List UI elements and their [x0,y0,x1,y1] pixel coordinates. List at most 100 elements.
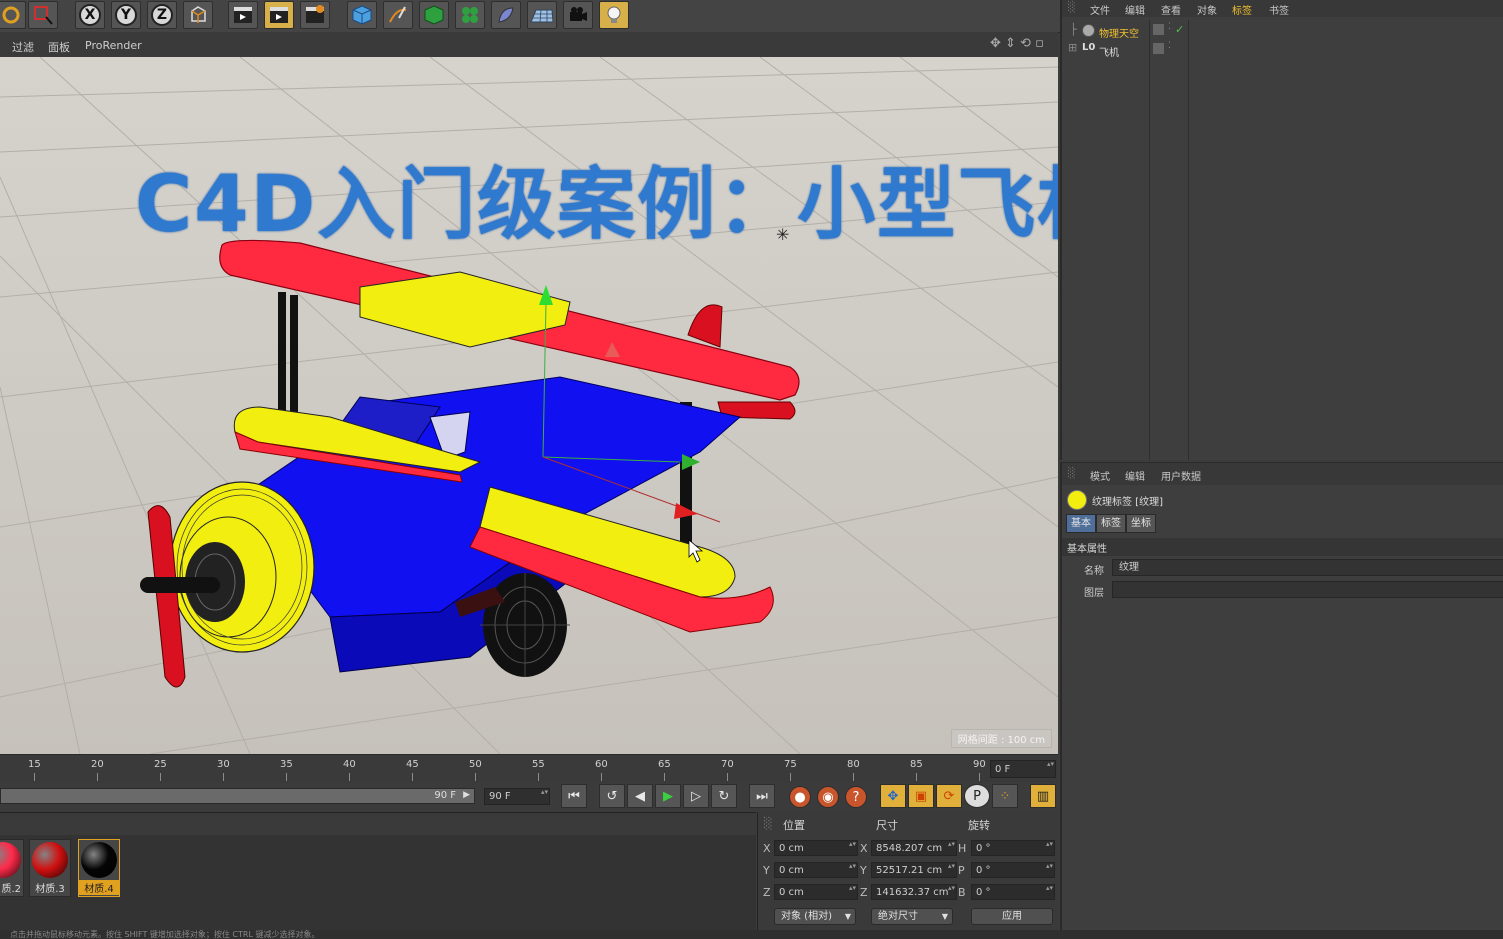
scale-key-icon[interactable]: ▣ [908,784,934,808]
coordinate-mode-select[interactable]: 对象 (相对) ▼ [774,908,856,925]
point-level-key-icon[interactable]: ⁘ [992,784,1018,808]
tab-coordinates[interactable]: 坐标 [1126,514,1156,533]
rotate-tool-icon[interactable] [0,1,26,29]
object-row-airplane[interactable]: ⊞ L0 飞机 ⁚ [1062,41,1503,60]
name-field[interactable]: 纹理 [1112,559,1503,576]
rotation-key-icon[interactable]: ⟳ [936,784,962,808]
viewport-navigation-icons[interactable]: ✥ ⇕ ⟲ ▫ [990,36,1044,51]
timeline-tick-mark [601,773,602,781]
light-bulb-icon[interactable] [599,1,629,29]
om-menu-bookmarks[interactable]: 书签 [1269,2,1289,17]
position-key-icon[interactable]: ✥ [880,784,906,808]
engine-nose [169,481,315,653]
timeline-tick-mark [664,773,665,781]
menu-panel[interactable]: 面板 [48,39,70,55]
menu-filter[interactable]: 过滤 [12,39,34,55]
go-to-start-icon[interactable]: ⏮ [561,784,587,808]
auto-keying-icon[interactable]: ◉ [817,786,839,808]
om-menu-objects[interactable]: 对象 [1197,2,1217,17]
cloner-icon[interactable] [455,1,485,29]
om-menu-tags[interactable]: 标签 [1232,2,1252,17]
timeline-tick-mark [160,773,161,781]
texture-tag-icon [1067,490,1087,510]
position-y-field[interactable]: 0 cm [774,862,858,878]
transport-controls: 90 F ▶ 90 F ⏮ ↺ ◀ ▶ ▷ ↻ ⏭ ● ◉ ? ✥ ▣ ⟳ P … [0,782,1058,812]
om-menu-edit[interactable]: 编辑 [1125,2,1145,17]
attr-menu-edit[interactable]: 编辑 [1125,468,1145,483]
current-frame-field[interactable]: 0 F [990,760,1056,778]
select-tool-icon[interactable] [28,1,58,29]
size-z-field[interactable]: 141632.37 cm [871,884,957,900]
timeline-window-icon[interactable]: ▥ [1030,784,1056,808]
timeline-tick-label: 15 [28,759,41,770]
material-swatch-4[interactable]: 材质.4 [78,839,120,897]
rotation-p-field[interactable]: 0 ° [971,862,1055,878]
material-manager: 质.2 材质.3 材质.4 [0,812,756,931]
record-keys-icon[interactable]: ● [789,786,811,808]
tab-basic[interactable]: 基本 [1066,514,1096,533]
previous-key-icon[interactable]: ↺ [599,784,625,808]
next-key-icon[interactable]: ↻ [711,784,737,808]
render-view-icon[interactable] [228,1,258,29]
viewport-menu-bar: 过滤 面板 ProRender ✥ ⇕ ⟲ ▫ [0,32,1058,57]
y-axis-lock-button[interactable]: Y [111,1,141,29]
timeline-tick-label: 25 [154,759,167,770]
enabled-check-icon[interactable]: ✓ [1175,23,1184,36]
timeline-tick-label: 55 [532,759,545,770]
apply-button[interactable]: 应用 [971,908,1053,925]
object-manager: ░ 文件 编辑 查看 对象 标签 书签 ├ 物理天空 ⁚ ✓ ⊞ L0 飞机 ⁚ [1060,0,1503,460]
previous-frame-icon[interactable]: ◀ [627,784,653,808]
coordinate-system-icon[interactable] [183,1,213,29]
visibility-dots-icon[interactable]: ⁚ [1168,22,1171,32]
render-settings-icon[interactable] [300,1,330,29]
deformer-icon[interactable] [491,1,521,29]
end-frame-field[interactable]: 90 F [484,788,550,805]
layer-toggle-icon[interactable] [1153,24,1164,35]
3d-viewport[interactable]: ✳ C4D入门级案例：小型飞机 网格间距: 100 cm [0,57,1058,754]
tab-tag[interactable]: 标签 [1096,514,1126,533]
pos-axis-label: Y [763,864,770,877]
go-to-end-icon[interactable]: ⏭ [749,784,775,808]
object-row-physical-sky[interactable]: ├ 物理天空 ⁚ ✓ [1062,22,1503,41]
subdivision-surface-icon[interactable] [419,1,449,29]
attr-menu-user-data[interactable]: 用户数据 [1161,468,1201,483]
material-swatch-3[interactable]: 材质.3 [29,839,71,897]
layer-toggle-icon[interactable] [1153,43,1164,54]
timeline-tick-mark [223,773,224,781]
next-frame-icon[interactable]: ▷ [683,784,709,808]
keyframe-selection-icon[interactable]: ? [845,786,867,808]
coordinate-mode-value: 对象 (相对) [781,911,832,922]
material-swatch-2[interactable]: 质.2 [0,839,24,897]
pos-axis-label: X [763,842,771,855]
tree-line: ├ [1070,23,1077,36]
size-y-field[interactable]: 52517.21 cm [871,862,957,878]
attribute-manager: ░ 模式 编辑 用户数据 纹理标签 [纹理] 基本 标签 坐标 基本属性 名称 … [1060,462,1503,930]
size-mode-select[interactable]: 绝对尺寸 ▼ [871,908,953,925]
rotation-h-field[interactable]: 0 ° [971,840,1055,856]
om-menu-view[interactable]: 查看 [1161,2,1181,17]
size-x-field[interactable]: 8548.207 cm [871,840,957,856]
parameter-key-icon[interactable]: P [964,784,990,808]
om-menu-file[interactable]: 文件 [1090,2,1110,17]
menu-prorender[interactable]: ProRender [85,39,142,52]
x-axis-icon: X [79,4,101,26]
chevron-down-icon: ▼ [941,912,948,921]
z-axis-lock-button[interactable]: Z [147,1,177,29]
expand-tree-icon[interactable]: ⊞ [1068,41,1077,54]
visibility-dots-icon[interactable]: ⁚ [1168,41,1171,51]
attr-menu-mode[interactable]: 模式 [1090,468,1110,483]
position-x-field[interactable]: 0 cm [774,840,858,856]
x-axis-lock-button[interactable]: X [75,1,105,29]
rotation-b-field[interactable]: 0 ° [971,884,1055,900]
position-z-field[interactable]: 0 cm [774,884,858,900]
floor-icon[interactable] [527,1,557,29]
camera-icon[interactable] [563,1,593,29]
pen-spline-icon[interactable] [383,1,413,29]
render-picture-viewer-icon[interactable] [264,1,294,29]
cube-primitive-icon[interactable] [347,1,377,29]
timeline-range-slider[interactable]: 90 F ▶ [0,788,475,804]
layer-field[interactable] [1112,581,1503,598]
timeline-ruler[interactable]: 15 20 25 30 35 40 45 50 55 60 65 70 75 80 85 90 0 F [0,754,1058,783]
play-icon[interactable]: ▶ [655,784,681,808]
timeline-tick-label: 70 [721,759,734,770]
